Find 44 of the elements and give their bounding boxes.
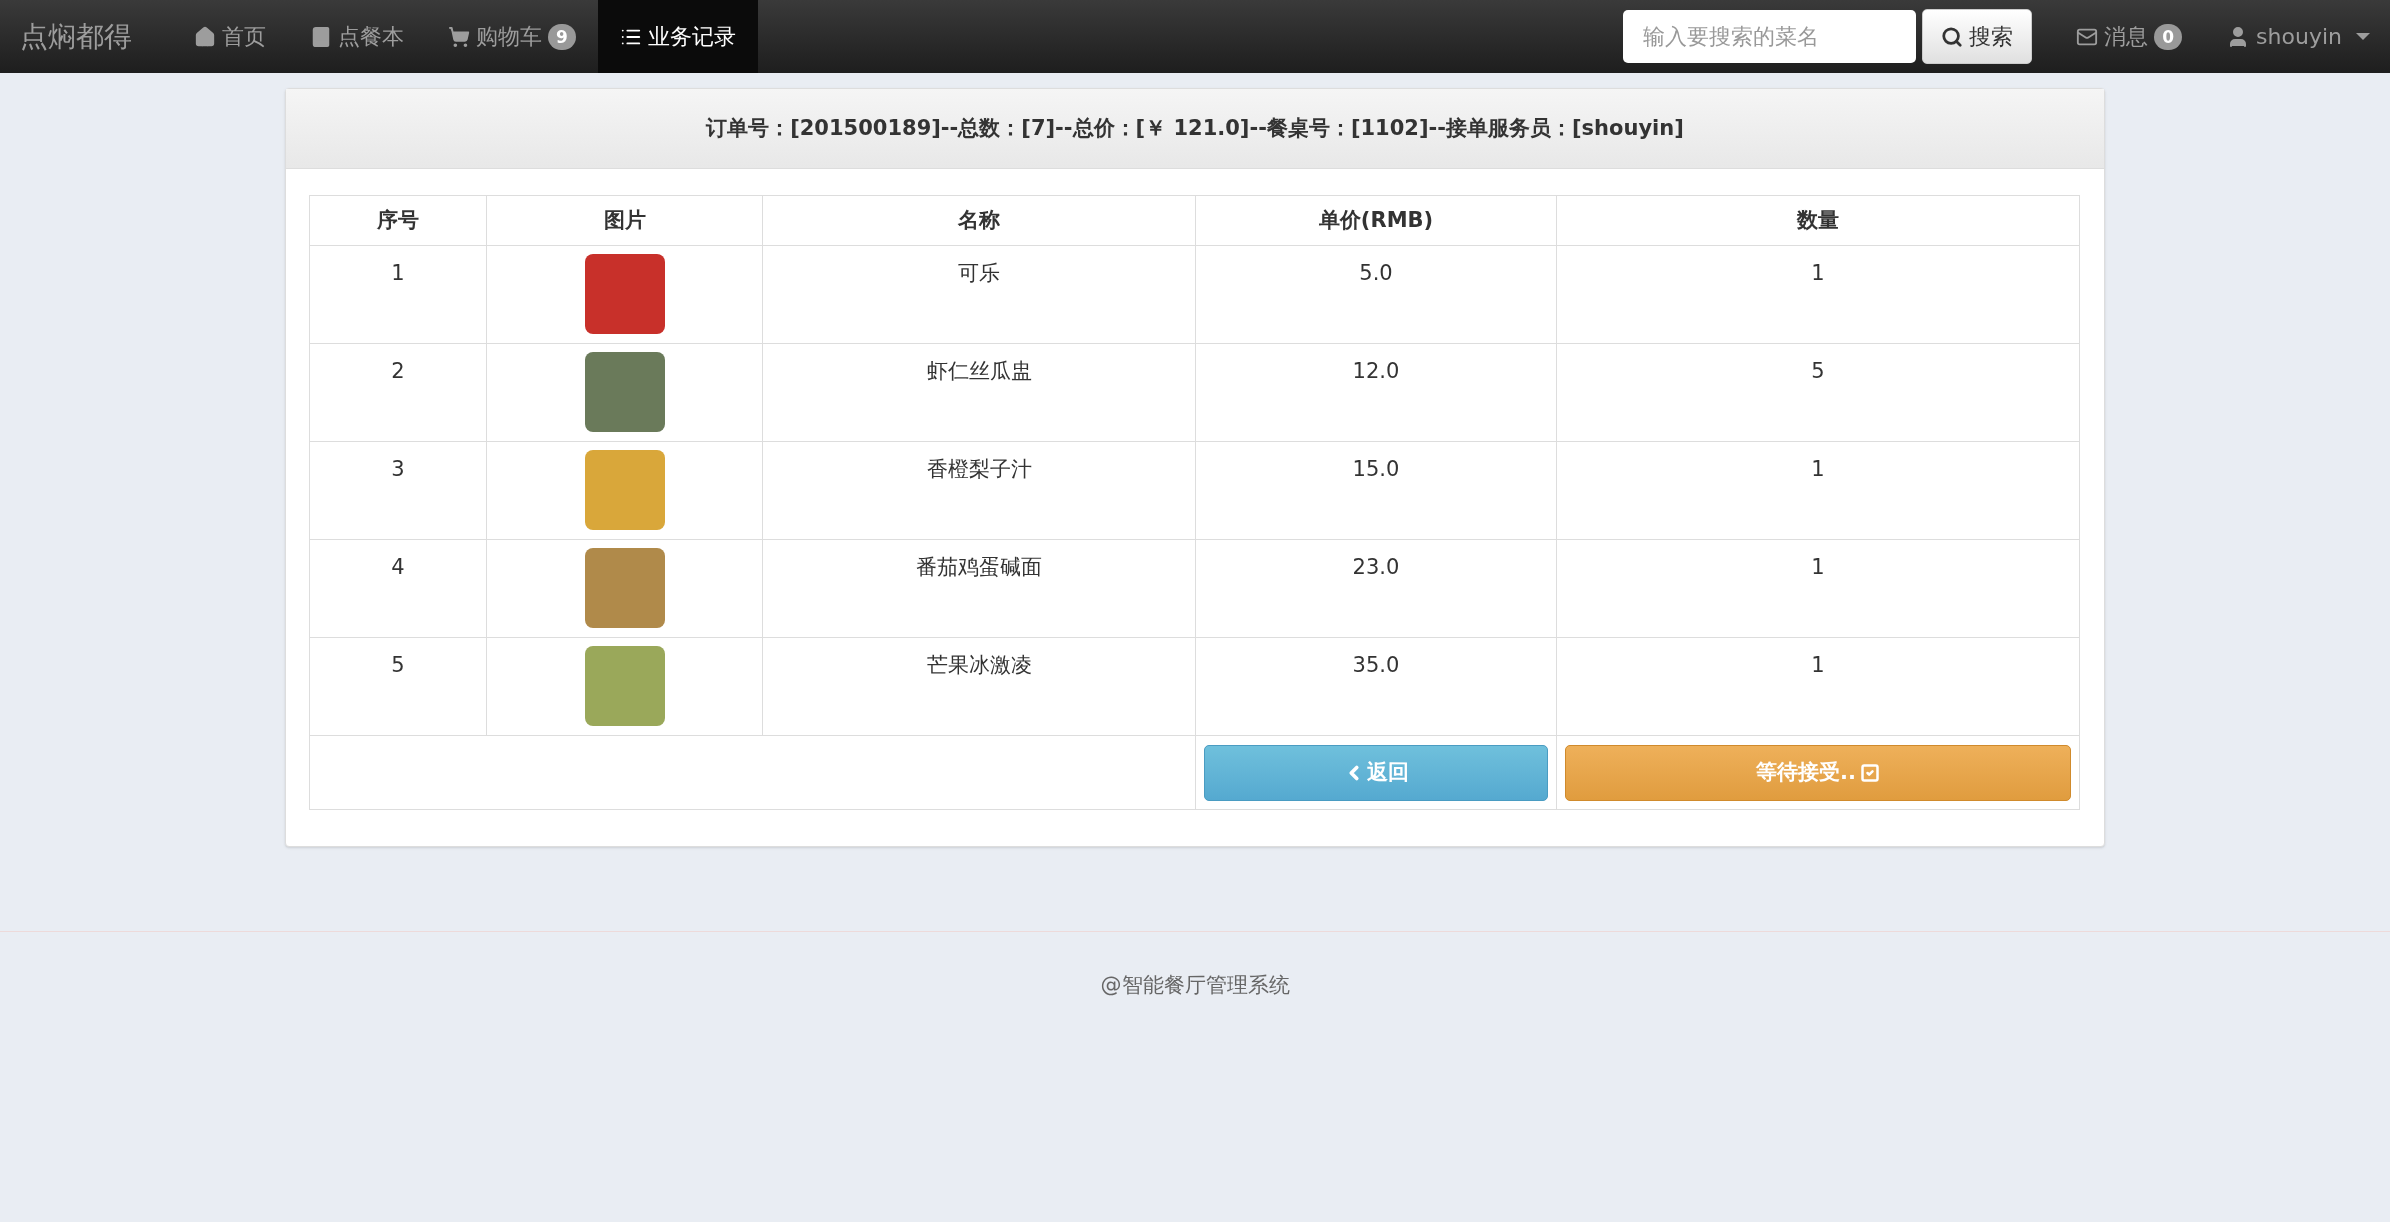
table-cell: 番茄鸡蛋碱面 [762, 539, 1196, 638]
column-header: 图片 [486, 195, 763, 246]
table-cell: 5 [1556, 343, 2080, 442]
table-cell: 5.0 [1195, 245, 1557, 344]
search-icon [1941, 25, 1964, 48]
search-button[interactable]: 搜索 [1922, 9, 2033, 64]
footer-text: @智能餐厅管理系统 [1100, 972, 1290, 999]
search-field[interactable]: 输入要搜索的菜名 [1623, 10, 1917, 63]
user-menu[interactable]: shouyin [2226, 20, 2370, 53]
nav-tab[interactable]: 业务记录 [597, 0, 758, 73]
order-summary: 订单号：[201500189]--总数：[7]--总价：[￥ 121.0]--餐桌号：[1102]--接单服务员：[shouyin] [706, 114, 1684, 142]
table-cell: 5 [309, 637, 487, 736]
checkbox-icon [1860, 762, 1880, 783]
table-cell: 12.0 [1195, 343, 1557, 442]
brand-name[interactable]: 点焖都得 [20, 15, 132, 58]
table-cell: 1 [309, 245, 487, 344]
table-cell: 2 [309, 343, 487, 442]
column-header: 单价(RMB) [1195, 195, 1557, 246]
count-badge: 0 [2154, 23, 2183, 50]
column-header: 名称 [762, 195, 1196, 246]
table-cell: 1 [1556, 539, 2080, 638]
table-cell: 4 [309, 539, 487, 638]
column-header: 数量 [1556, 195, 2080, 246]
count-badge: 9 [548, 23, 576, 50]
nav-tab[interactable]: 首页 [172, 0, 288, 73]
table-cell: 1 [1556, 245, 2080, 344]
column-header: 序号 [309, 195, 487, 246]
table-cell: 3 [309, 441, 487, 540]
table-cell: 可乐 [762, 245, 1196, 344]
messages-link[interactable]: 消息 0 [2076, 20, 2183, 53]
table-cell: 23.0 [1195, 539, 1557, 638]
cart-icon [448, 25, 470, 48]
table-cell: 虾仁丝瓜盅 [762, 343, 1196, 442]
book-icon [310, 25, 332, 48]
table-cell: 芒果冰激凌 [762, 637, 1196, 736]
table-cell: 1 [1556, 441, 2080, 540]
nav-tab[interactable]: 点餐本 [288, 0, 426, 73]
caret-icon [2356, 33, 2370, 40]
table-cell: 35.0 [1195, 637, 1557, 736]
table-cell: 15.0 [1195, 441, 1557, 540]
nav-tab[interactable]: 购物车 9 [426, 0, 598, 73]
home-icon [194, 25, 216, 48]
table-cell: 香橙梨子汁 [762, 441, 1196, 540]
table-cell: 1 [1556, 637, 2080, 736]
